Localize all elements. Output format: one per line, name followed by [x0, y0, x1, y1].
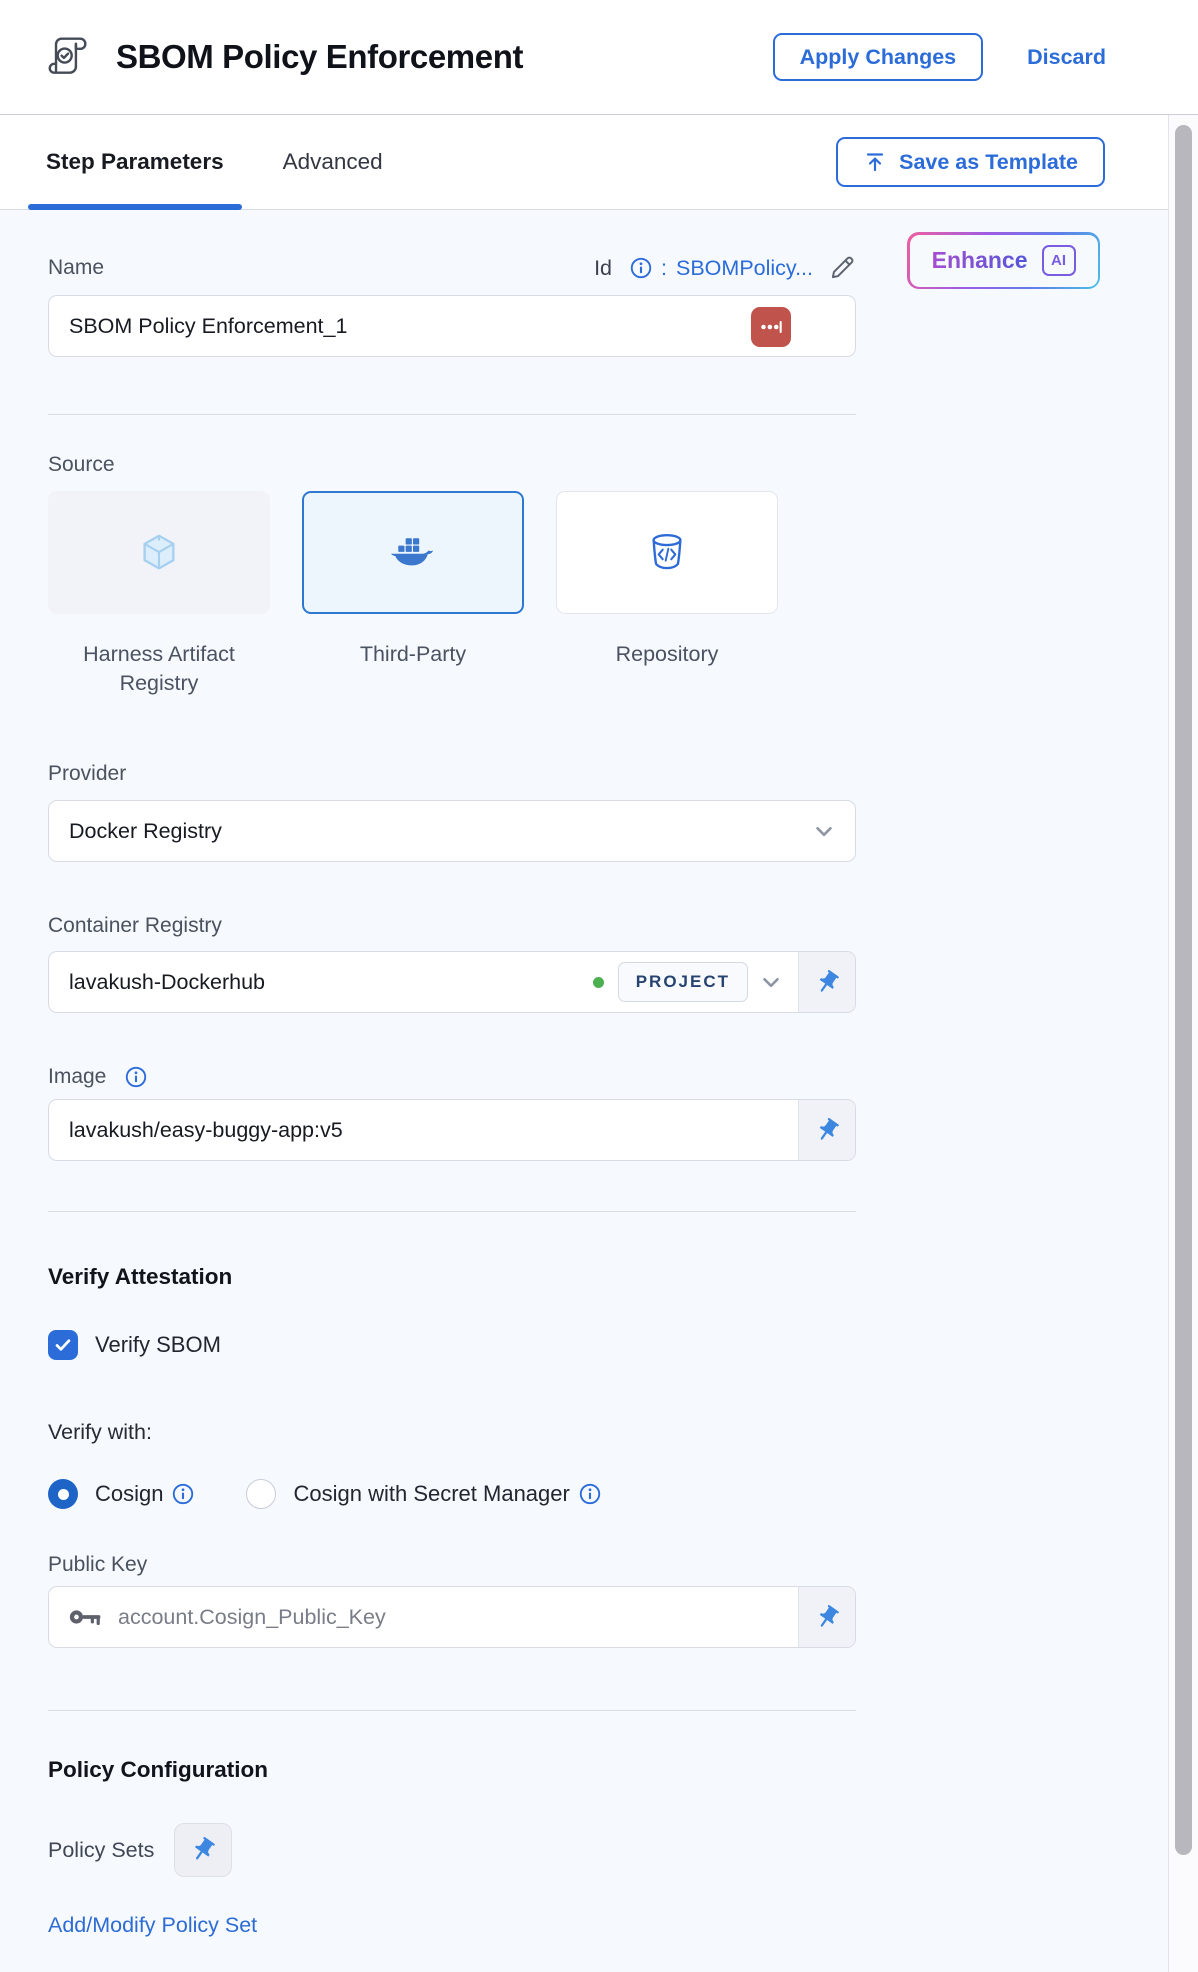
section-divider: [48, 414, 856, 415]
tab-bar: Step Parameters Advanced Save as Templat…: [0, 115, 1168, 210]
source-card-harness-artifact-registry[interactable]: [48, 491, 270, 614]
input-type-fixed-icon[interactable]: [751, 307, 791, 347]
id-value: SBOMPolicy...: [676, 256, 813, 281]
cosign-secret-manager-info-icon[interactable]: [579, 1483, 601, 1505]
tab-advanced[interactable]: Advanced: [281, 115, 385, 209]
id-info-icon[interactable]: [630, 257, 652, 279]
name-id-row: Name Id : SBOMPolicy...: [48, 254, 856, 282]
chevron-down-icon[interactable]: [758, 969, 784, 995]
verify-sbom-checkbox[interactable]: [48, 1330, 78, 1360]
name-input-wrap: [48, 295, 856, 357]
pin-input-button[interactable]: [798, 1100, 855, 1160]
verify-with-radio-group: Cosign Cosign with Secret Manager: [48, 1479, 856, 1509]
docker-whale-icon: [389, 533, 437, 573]
public-key-field: [48, 1586, 856, 1648]
policy-configuration-heading: Policy Configuration: [48, 1757, 856, 1783]
container-registry-field: PROJECT: [48, 951, 856, 1013]
image-label: Image: [48, 1065, 106, 1089]
pin-input-button[interactable]: [798, 952, 855, 1012]
edit-id-pencil-icon[interactable]: [828, 254, 856, 282]
har-cube-icon: [136, 530, 182, 576]
verify-sbom-checkbox-row[interactable]: Verify SBOM: [48, 1330, 856, 1360]
provider-label: Provider: [48, 762, 856, 786]
repository-bucket-icon: [646, 531, 688, 575]
radio-cosign-secret-manager-label: Cosign with Secret Manager: [293, 1481, 569, 1507]
image-field: [48, 1099, 856, 1161]
source-option-label: Third-Party: [302, 640, 524, 698]
name-input[interactable]: [69, 314, 835, 339]
save-as-template-label: Save as Template: [899, 150, 1078, 175]
upload-template-icon: [863, 150, 887, 174]
source-option-label: Repository: [556, 640, 778, 698]
page-title: SBOM Policy Enforcement: [116, 38, 523, 76]
id-colon: :: [661, 256, 667, 281]
image-input[interactable]: [69, 1118, 784, 1143]
public-key-label: Public Key: [48, 1553, 856, 1577]
enhance-ai-button[interactable]: Enhance AI: [907, 232, 1100, 289]
apply-changes-button[interactable]: Apply Changes: [773, 33, 984, 81]
panel-header: SBOM Policy Enforcement Apply Changes Di…: [0, 0, 1198, 115]
source-cards: [48, 491, 856, 614]
container-registry-label: Container Registry: [48, 914, 856, 938]
section-divider: [48, 1710, 856, 1711]
pin-policy-sets-button[interactable]: [174, 1823, 232, 1877]
source-card-third-party[interactable]: [302, 491, 524, 614]
radio-cosign-label: Cosign: [95, 1481, 163, 1507]
container-registry-input[interactable]: [69, 970, 587, 995]
verify-sbom-label: Verify SBOM: [95, 1332, 221, 1358]
scrollbar-thumb[interactable]: [1175, 125, 1192, 1855]
provider-select[interactable]: Docker Registry: [48, 800, 856, 862]
tab-step-parameters[interactable]: Step Parameters: [44, 115, 226, 209]
radio-cosign-secret-manager[interactable]: [246, 1479, 276, 1509]
enhance-label: Enhance: [932, 247, 1028, 274]
step-parameters-form: Enhance AI Name Id :: [0, 210, 1168, 1972]
sbom-scroll-check-icon: [44, 32, 94, 82]
add-modify-policy-set-link[interactable]: Add/Modify Policy Set: [48, 1913, 257, 1938]
public-key-input[interactable]: [118, 1605, 784, 1630]
verify-with-label: Verify with:: [48, 1420, 856, 1445]
section-divider: [48, 1211, 856, 1212]
sbom-policy-enforcement-panel: SBOM Policy Enforcement Apply Changes Di…: [0, 0, 1198, 1972]
source-option-label: Harness Artifact Registry: [48, 640, 270, 698]
source-card-labels: Harness Artifact Registry Third-Party Re…: [48, 640, 856, 698]
policy-sets-label: Policy Sets: [48, 1838, 154, 1863]
discard-button[interactable]: Discard: [1027, 45, 1106, 70]
provider-value: Docker Registry: [69, 819, 222, 844]
radio-cosign[interactable]: [48, 1479, 78, 1509]
key-icon: [69, 1607, 103, 1627]
step-id-line: Id : SBOMPolicy...: [594, 254, 856, 282]
id-prefix: Id: [594, 256, 612, 281]
source-card-repository[interactable]: [556, 491, 778, 614]
ai-badge-icon: AI: [1042, 245, 1076, 276]
save-as-template-button[interactable]: Save as Template: [836, 137, 1105, 187]
verify-attestation-heading: Verify Attestation: [48, 1264, 856, 1290]
scope-badge: PROJECT: [618, 962, 748, 1002]
image-label-row: Image: [48, 1065, 856, 1089]
policy-sets-row: Policy Sets: [48, 1823, 856, 1877]
pin-input-button[interactable]: [798, 1587, 855, 1647]
vertical-scrollbar[interactable]: [1168, 115, 1198, 1972]
cosign-info-icon[interactable]: [172, 1483, 194, 1505]
image-info-icon[interactable]: [125, 1066, 147, 1088]
chevron-down-icon: [811, 818, 837, 844]
name-label: Name: [48, 256, 104, 280]
connector-status-dot: [593, 977, 604, 988]
source-label: Source: [48, 453, 856, 477]
